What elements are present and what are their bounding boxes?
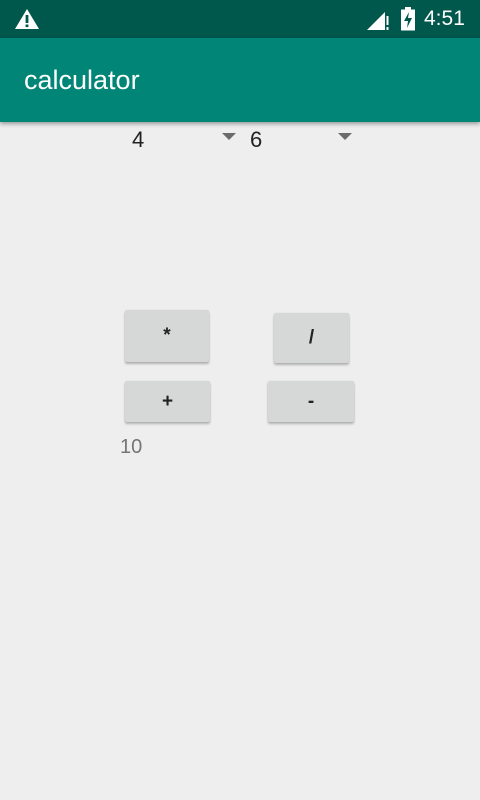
second-number-spinner[interactable]: 6 [250, 126, 360, 156]
second-number-value: 6 [250, 127, 263, 152]
first-number-value: 4 [132, 127, 145, 152]
first-number-spinner[interactable]: 4 [132, 126, 242, 156]
dropdown-arrow-icon [222, 133, 236, 140]
add-button[interactable]: + [125, 381, 210, 422]
subtract-button[interactable]: - [268, 381, 354, 422]
dropdown-arrow-icon [338, 133, 352, 140]
multiply-button[interactable]: * [125, 310, 209, 362]
app-bar: calculator [0, 38, 480, 122]
divide-button[interactable]: / [274, 313, 349, 363]
status-bar: 4:51 [0, 0, 480, 38]
result-text: 10 [120, 436, 143, 458]
signal-icon [367, 12, 389, 30]
clock: 4:51 [424, 7, 465, 30]
battery-charging-icon [401, 7, 415, 31]
app-title: calculator [24, 65, 140, 95]
warning-icon [15, 9, 39, 29]
